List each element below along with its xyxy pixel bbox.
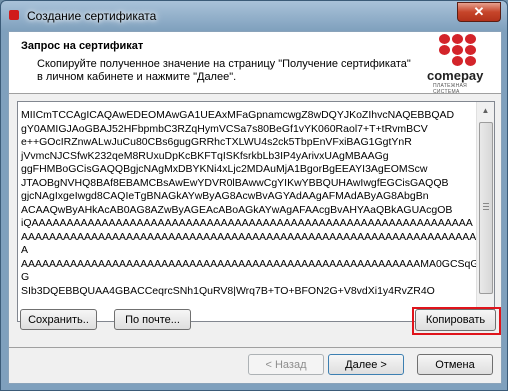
back-button[interactable]: < Назад	[248, 354, 324, 375]
certificate-text-line: gY0AMIGJAoGBAJ52HFbpmbC3RZqHymVCSa7s80Be…	[21, 122, 428, 135]
close-button[interactable]: ✕	[457, 2, 501, 22]
certificate-text-line: iQAAAAAAAAAAAAAAAAAAAAAAAAAAAAAAAAAAAAAA…	[21, 217, 473, 229]
certificate-text-line: jVvmcNJCSfwK232qeM8RUxuDpKcBKFTqISKfsrkb…	[21, 149, 389, 162]
wizard-header: Запрос на сертификат Скопируйте полученн…	[9, 32, 501, 95]
page-title: Запрос на сертификат	[21, 40, 144, 52]
title-bar[interactable]: Создание сертификата ✕	[1, 1, 507, 31]
certificate-text-line: e++GOcIRZnwALwJuCu80CBs6gugGRRhcTXLWU4s2…	[21, 136, 412, 148]
certificate-text-line: SIb3DQEBBQUAA4GBACCeqrcSNh1QuRV8|Wrq7B+T…	[21, 284, 435, 297]
certificate-text-line: AAAAAAAAAAAAAAAAAAAAAAAAAAAAAAAAAAAAAAAA…	[21, 257, 479, 270]
cancel-button[interactable]: Отмена	[417, 354, 493, 375]
next-button[interactable]: Далее >	[328, 354, 404, 375]
window-title: Создание сертификата	[27, 9, 157, 23]
vertical-scrollbar[interactable]: ▲ ▼	[476, 102, 494, 321]
page-description: Скопируйте полученное значение на страни…	[37, 58, 411, 83]
app-icon	[9, 10, 19, 20]
certificate-text-line: MIICmTCCAgICAQAwEDEOMAwGA1UEAxMFaGpnamcw…	[21, 109, 455, 121]
copy-button[interactable]: Копировать	[415, 309, 496, 331]
email-button[interactable]: По почте...	[114, 309, 191, 330]
certificate-text-line: G	[21, 271, 30, 283]
scroll-up-icon[interactable]: ▲	[477, 102, 494, 119]
certificate-text-line: gjcNAgIxgeIwgd8CAQIeTgBNAGkAYwByAG8AcwBv…	[21, 190, 429, 202]
dialog-window: Создание сертификата ✕ Запрос на сертифи…	[0, 0, 508, 391]
logo-dots-icon	[439, 34, 479, 68]
footer-divider	[9, 347, 501, 348]
logo-tagline: ПЛАТЕЖНАЯ СИСТЕМА	[433, 83, 468, 95]
certificate-text-line: ggFHMBoGCisGAQQBgjcNAgMxDBYKNi4xLjc2MDAu…	[21, 163, 428, 175]
copy-button-highlight: Копировать	[412, 307, 501, 335]
certificate-text-line: ACAAQwByAHkAcAB0AG8AZwByAGEAcABoAGkAYwAg…	[21, 203, 453, 216]
certificate-text-line: JTAOBgNVHQ8BAf8EBAMCBsAwEwYDVR0lBAwwCgYI…	[21, 176, 449, 189]
save-button[interactable]: Сохранить..	[20, 309, 97, 330]
certificate-text-line: AAAAAAAAAAAAAAAAAAAAAAAAAAAAAAAAAAAAAAAA…	[21, 230, 477, 243]
certificate-text-line: A	[21, 244, 29, 256]
dialog-body: Запрос на сертификат Скопируйте полученн…	[8, 31, 502, 384]
logo-wordmark: comepay	[427, 68, 484, 83]
certificate-request-textbox[interactable]: MIICmTCCAgICAQAwEDEOMAwGA1UEAxMFaGpnamcw…	[17, 101, 495, 322]
close-icon: ✕	[473, 4, 485, 19]
comepay-logo: comepay ПЛАТЕЖНАЯ СИСТЕМА	[423, 34, 493, 95]
certificate-request-text: MIICmTCCAgICAQAwEDEOMAwGA1UEAxMFaGpnamcw…	[21, 109, 479, 298]
scrollbar-thumb[interactable]	[479, 122, 493, 294]
